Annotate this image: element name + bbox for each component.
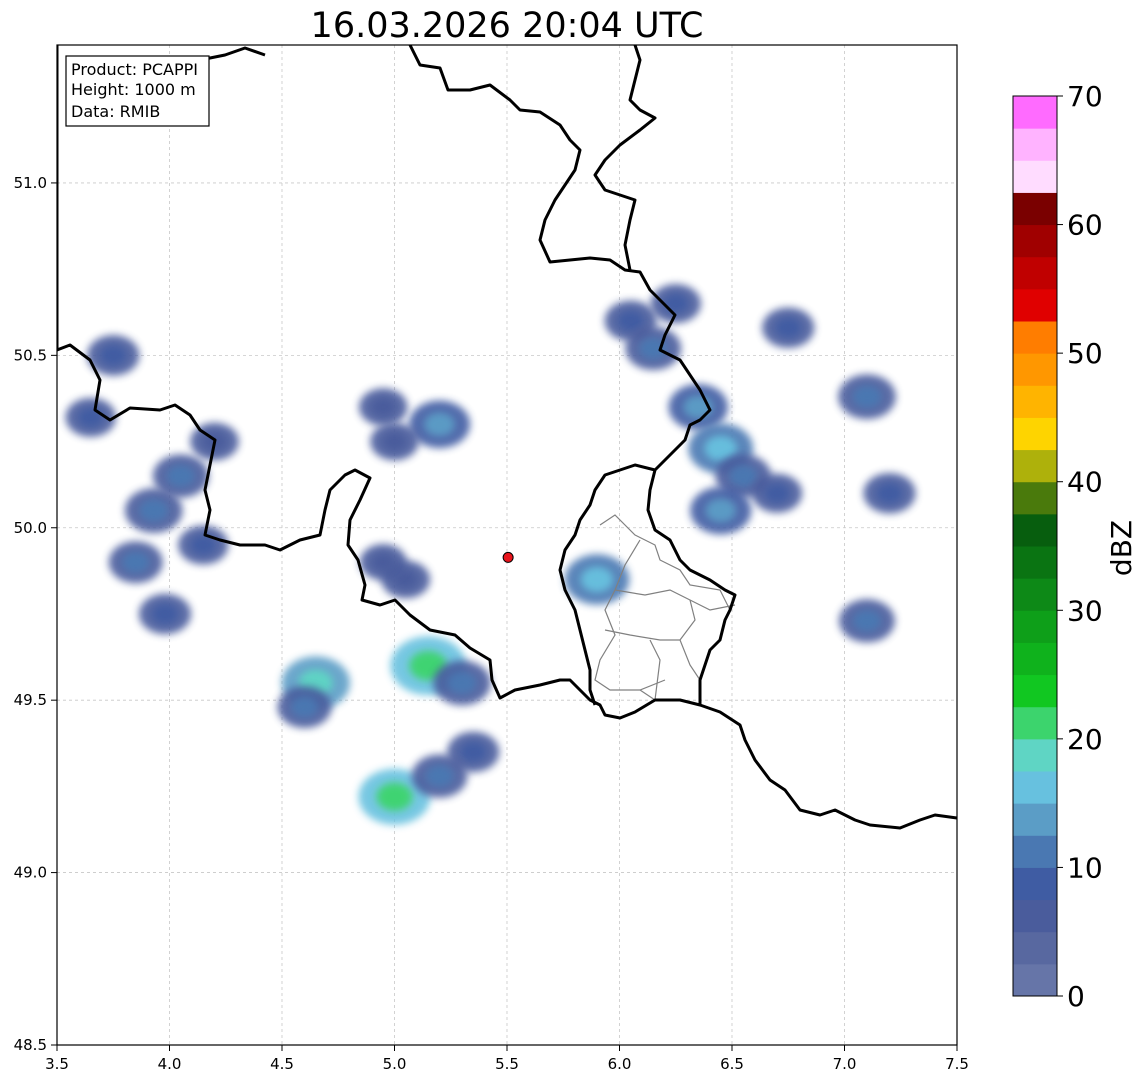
info-height: Height: 1000 m — [71, 80, 196, 99]
map-title: 16.03.2026 20:04 UTC — [311, 6, 704, 46]
y-tick-label: 49.0 — [14, 864, 47, 882]
echo-core — [729, 465, 758, 487]
colorbar-segment — [1013, 481, 1057, 515]
colorbar-ticks: 0 10 20 30 40 50 60 70 — [1057, 80, 1103, 1013]
echo-core — [852, 385, 882, 408]
colorbar-segment — [1013, 224, 1057, 258]
x-tick-label: 3.5 — [45, 1055, 69, 1073]
colorbar-segment — [1013, 706, 1057, 740]
colorbar-segment — [1013, 963, 1057, 997]
echo-core — [371, 553, 395, 572]
echo-core — [425, 765, 454, 787]
radar-figure: 16.03.2026 20:04 UTC 3.5 4.0 4.5 5.0 5.5 6.0 6… — [14, 6, 1138, 1073]
radar-site-marker — [502, 551, 514, 563]
colorbar-segment — [1013, 738, 1057, 772]
colorbar-segment — [1013, 385, 1057, 418]
y-tick-label: 49.5 — [14, 691, 47, 709]
colorbar — [1012, 95, 1058, 997]
echo-core — [580, 566, 614, 593]
x-tick-label: 4.0 — [158, 1055, 182, 1073]
colorbar-tick-label: 30 — [1067, 594, 1103, 627]
x-axis-ticks: 3.5 4.0 4.5 5.0 5.5 6.0 6.5 7.0 7.5 — [45, 1045, 969, 1073]
echo-core — [775, 317, 802, 338]
echo-core — [151, 603, 179, 625]
colorbar-segment — [1013, 128, 1057, 161]
echo-core — [122, 551, 150, 573]
colorbar-tick-label: 60 — [1067, 209, 1103, 242]
product-info-box: Product: PCAPPI Height: 1000 m Data: RMI… — [65, 55, 210, 127]
x-tick-label: 4.5 — [270, 1055, 294, 1073]
colorbar-segment — [1013, 610, 1057, 643]
echo-core — [617, 310, 644, 332]
colorbar-tick-label: 50 — [1067, 337, 1103, 370]
colorbar-segment — [1013, 642, 1057, 676]
colorbar-segment — [1013, 160, 1057, 193]
echo-core — [447, 671, 477, 695]
colorbar-tick-label: 10 — [1067, 851, 1103, 884]
colorbar-segment — [1013, 546, 1057, 579]
colorbar-segment — [1013, 96, 1057, 129]
echo-core — [376, 782, 413, 811]
echo-core — [663, 293, 689, 314]
echo-core — [371, 397, 396, 417]
x-tick-label: 6.0 — [608, 1055, 632, 1073]
echo-core — [382, 432, 407, 452]
colorbar-segment — [1013, 417, 1057, 451]
x-tick-label: 6.5 — [720, 1055, 744, 1073]
colorbar-segment — [1013, 835, 1057, 868]
colorbar-segment — [1013, 449, 1057, 483]
echo-core — [100, 345, 127, 366]
colorbar-segment — [1013, 353, 1057, 386]
echo-core — [424, 412, 455, 437]
colorbar-tick-label: 20 — [1067, 723, 1103, 756]
x-tick-label: 7.0 — [833, 1055, 857, 1073]
y-tick-label: 50.5 — [14, 346, 47, 364]
colorbar-label: dBZ — [1105, 520, 1138, 576]
colorbar-tick-label: 40 — [1067, 466, 1103, 499]
colorbar-segment — [1013, 867, 1057, 901]
colorbar-segment — [1013, 513, 1057, 547]
echo-core — [460, 741, 487, 763]
colorbar-segment — [1013, 192, 1057, 226]
y-tick-label: 51.0 — [14, 174, 47, 192]
echo-core — [166, 465, 195, 487]
echo-core — [139, 499, 169, 522]
x-tick-label: 5.5 — [495, 1055, 519, 1073]
colorbar-segment — [1013, 256, 1057, 290]
y-tick-label: 48.5 — [14, 1036, 47, 1054]
colorbar-segment — [1013, 899, 1057, 933]
info-product: Product: PCAPPI — [71, 60, 198, 79]
colorbar-segment — [1013, 578, 1057, 611]
echo-core — [853, 610, 881, 632]
echo-core — [764, 483, 790, 504]
x-tick-label: 5.0 — [383, 1055, 407, 1073]
colorbar-segment — [1013, 931, 1057, 965]
x-tick-label: 7.5 — [945, 1055, 969, 1073]
y-tick-label: 50.0 — [14, 519, 47, 537]
echo-core — [291, 696, 318, 718]
colorbar-segment — [1013, 803, 1057, 836]
echo-core — [876, 483, 903, 504]
colorbar-segment — [1013, 674, 1057, 708]
colorbar-segment — [1013, 771, 1057, 804]
echo-core — [705, 498, 737, 523]
colorbar-segment — [1013, 288, 1057, 322]
colorbar-tick-label: 0 — [1067, 980, 1085, 1013]
colorbar-tick-label: 70 — [1067, 80, 1103, 113]
y-axis-ticks: 48.5 49.0 49.5 50.0 50.5 51.0 — [14, 174, 57, 1054]
colorbar-segment — [1013, 321, 1057, 354]
echo-core — [78, 407, 104, 428]
info-data-source: Data: RMIB — [71, 102, 160, 121]
